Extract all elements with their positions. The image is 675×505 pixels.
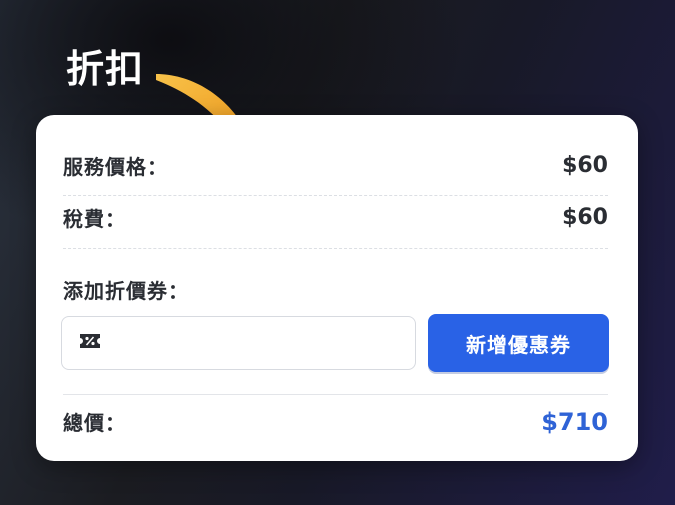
- discount-card: 服務價格： $60 稅費： $60 添加折價券： 新增優惠券 總價： $710: [36, 115, 638, 461]
- divider-dashed: [63, 248, 608, 249]
- divider-dashed: [63, 195, 608, 196]
- total-row: 總價： $710: [63, 407, 608, 436]
- tax-label: 稅費：: [63, 207, 126, 231]
- coupon-section-label: 添加折價券：: [63, 279, 189, 303]
- coupon-ticket-icon: [78, 332, 102, 354]
- service-price-label: 服務價格：: [63, 155, 168, 179]
- tax-row: 稅費： $60: [63, 203, 608, 232]
- coupon-code-input[interactable]: [112, 322, 415, 364]
- add-coupon-button[interactable]: 新增優惠券: [428, 314, 609, 372]
- total-label: 總價：: [63, 411, 126, 435]
- service-price-row: 服務價格： $60: [63, 151, 608, 180]
- page-heading: 折扣: [66, 47, 145, 91]
- tax-value: $60: [562, 205, 608, 230]
- divider-solid: [63, 394, 608, 395]
- total-value: $710: [541, 407, 608, 436]
- coupon-section-header: 添加折價券：: [63, 275, 608, 304]
- service-price-value: $60: [562, 153, 608, 178]
- coupon-input-field[interactable]: [61, 316, 416, 370]
